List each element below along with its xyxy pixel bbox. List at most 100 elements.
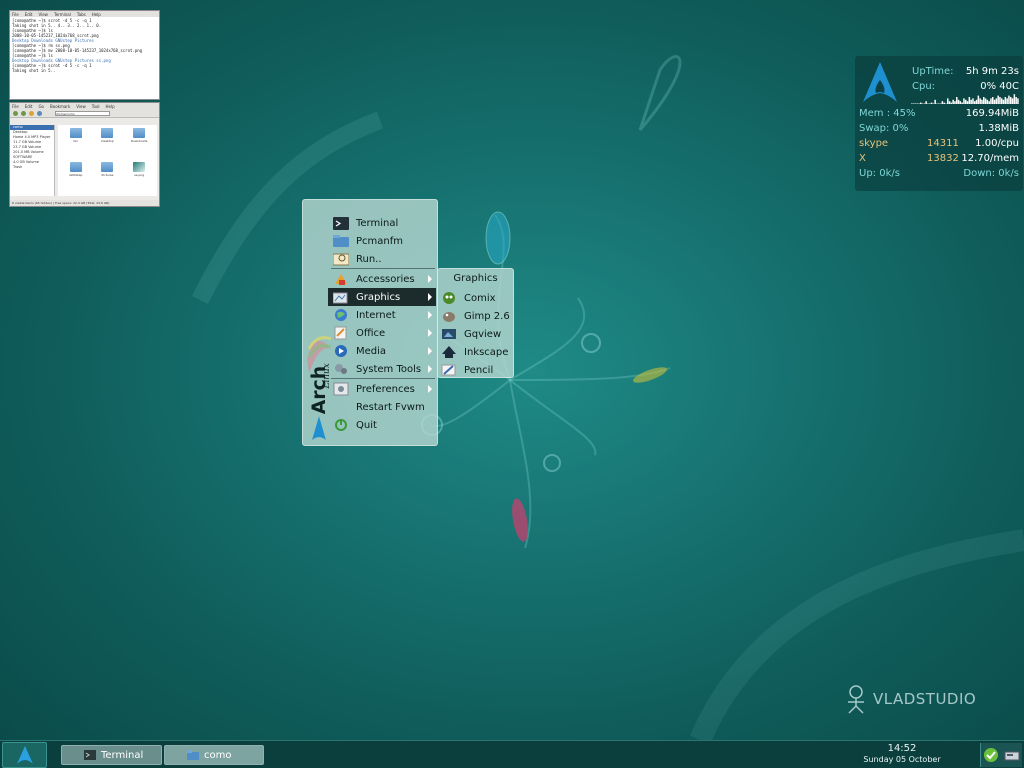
up-icon[interactable] xyxy=(29,110,34,116)
pencil-icon xyxy=(441,363,457,377)
terminal-screen[interactable]: [como@athe ~]$ scrot -d 5 -c -q 1 Taking… xyxy=(10,17,159,99)
graphics-icon xyxy=(333,290,349,304)
cpu-graph-bar xyxy=(939,103,942,104)
file-item[interactable]: Pictures xyxy=(93,161,123,194)
cpu-graph-bar xyxy=(929,103,931,104)
file-label: Desktop xyxy=(101,139,114,143)
system-monitor: UpTime: 5h 9m 23s Cpu: 0% 40C Mem : 45% … xyxy=(855,56,1023,191)
cpu-graph-bar xyxy=(995,98,998,104)
net-down: Down: 0k/s xyxy=(963,168,1019,179)
submenu-item-inkscape[interactable]: Inkscape xyxy=(441,343,513,361)
menu-item-accessories[interactable]: Accessories xyxy=(328,270,436,288)
skype-icon[interactable] xyxy=(983,747,999,763)
submenu-item-gqview[interactable]: Gqview xyxy=(441,325,513,343)
menu-file[interactable]: File xyxy=(12,104,19,109)
menu-tabs[interactable]: Tabs xyxy=(77,12,86,17)
menu-item-preferences[interactable]: Preferences xyxy=(328,380,436,398)
menu-item-media[interactable]: Media xyxy=(328,342,436,360)
cpu-graph-bar xyxy=(1013,94,1016,104)
cpu-graph-bar xyxy=(948,101,951,104)
submenu-item-label: Gqview xyxy=(464,328,502,340)
forward-icon[interactable] xyxy=(21,110,26,116)
menu-file[interactable]: File xyxy=(12,12,19,17)
mem-label: Mem : 45% xyxy=(859,108,916,119)
taskbar-item-terminal[interactable]: Terminal xyxy=(61,745,162,765)
taskbar-item-como[interactable]: como xyxy=(164,745,264,765)
submenu-item-label: Pencil xyxy=(464,364,494,376)
menu-edit[interactable]: Edit xyxy=(25,12,33,17)
cpu-graph-bar xyxy=(1011,98,1014,104)
submenu-item-comix[interactable]: Comix xyxy=(441,289,513,307)
cpu-graph-bar xyxy=(1006,98,1008,104)
clock[interactable]: 14:52 Sunday 05 October xyxy=(858,743,946,767)
back-icon[interactable] xyxy=(13,110,18,116)
cpu-graph-bar xyxy=(912,103,915,104)
menu-view[interactable]: View xyxy=(38,12,48,17)
cpu-graph-bar xyxy=(952,99,954,104)
menu-item-quit[interactable]: Quit xyxy=(328,416,436,434)
cpu-graph-bar xyxy=(954,101,956,104)
watermark-text: VLADSTUDIO xyxy=(873,690,977,708)
cpu-graph-bar xyxy=(961,102,963,104)
network-drive-icon[interactable] xyxy=(1004,748,1020,762)
cpu-graph-bar xyxy=(925,101,927,104)
menu-go[interactable]: Go xyxy=(38,104,44,109)
menu-view[interactable]: View xyxy=(76,104,86,109)
menu-item-label: Restart Fvwm xyxy=(356,401,425,413)
cpu-graph-bar xyxy=(999,97,1001,104)
root-menu: Arch Linux Terminal Pcmanfm Run.. Access… xyxy=(302,199,438,446)
cpu-graph-bar xyxy=(975,99,978,104)
file-item[interactable]: Downloads xyxy=(124,128,154,160)
file-item[interactable]: ss.png xyxy=(124,161,154,194)
submenu-item-label: Inkscape xyxy=(464,346,509,358)
cpu-graph-bar xyxy=(977,95,980,104)
menu-tool[interactable]: Tool xyxy=(92,104,100,109)
submenu-item-pencil[interactable]: Pencil xyxy=(441,361,513,379)
menu-item-label: Preferences xyxy=(356,383,415,395)
process-name: skype xyxy=(859,138,889,149)
cpu-graph-bar xyxy=(1010,97,1012,104)
menu-item-graphics[interactable]: Graphics xyxy=(328,288,436,306)
start-menu-button[interactable] xyxy=(2,742,47,768)
menu-item-system-tools[interactable]: System Tools xyxy=(328,360,436,378)
menu-terminal[interactable]: Terminal xyxy=(54,12,71,17)
cpu-graph-bar xyxy=(911,103,913,104)
uptime-value: 5h 9m 23s xyxy=(965,66,1019,77)
internet-icon xyxy=(333,308,349,322)
menu-edit[interactable]: Edit xyxy=(25,104,33,109)
menu-bookmark[interactable]: Bookmark xyxy=(50,104,70,109)
path-input[interactable]: /home/como xyxy=(55,110,110,116)
submenu-title: Graphics xyxy=(453,273,498,284)
menu-item-label: Accessories xyxy=(356,273,415,285)
submenu-item-gimp[interactable]: Gimp 2.6 xyxy=(441,307,513,325)
menu-help[interactable]: Help xyxy=(106,104,115,109)
menu-help[interactable]: Help xyxy=(92,12,101,17)
menu-item-terminal[interactable]: Terminal xyxy=(328,214,436,232)
filemanager-window-thumbnail[interactable]: File Edit Go Bookmark View Tool Help /ho… xyxy=(9,102,160,207)
file-item[interactable]: Desktop xyxy=(93,128,123,160)
net-up: Up: 0k/s xyxy=(859,168,900,179)
file-item[interactable]: bin xyxy=(61,128,91,160)
inkscape-icon xyxy=(441,345,457,359)
office-icon xyxy=(333,326,349,340)
menu-item-run[interactable]: Run.. xyxy=(328,250,436,268)
cpu-graph-bar xyxy=(992,97,994,104)
menu-item-pcmanfm[interactable]: Pcmanfm xyxy=(328,232,436,250)
taskbar-item-label: Terminal xyxy=(101,749,144,761)
sidebar-item[interactable]: Trash xyxy=(10,165,54,170)
file-item[interactable]: GNUstep xyxy=(61,161,91,194)
menu-item-restart-fvwm[interactable]: Restart Fvwm xyxy=(328,398,436,416)
cpu-graph-bar xyxy=(970,99,972,104)
cpu-graph-bar xyxy=(993,99,996,104)
arch-logo-icon xyxy=(863,62,897,102)
clock-date: Sunday 05 October xyxy=(863,755,941,764)
cpu-graph-bar xyxy=(963,98,965,104)
menu-separator xyxy=(331,268,435,269)
home-icon[interactable] xyxy=(37,110,42,116)
cpu-graph-bar xyxy=(959,101,962,104)
terminal-line: Taking shot in 5.. xyxy=(12,68,56,73)
menu-item-office[interactable]: Office xyxy=(328,324,436,342)
menu-item-internet[interactable]: Internet xyxy=(328,306,436,324)
folder-icon xyxy=(133,128,146,138)
terminal-window-thumbnail[interactable]: File Edit View Terminal Tabs Help [como@… xyxy=(9,10,160,100)
